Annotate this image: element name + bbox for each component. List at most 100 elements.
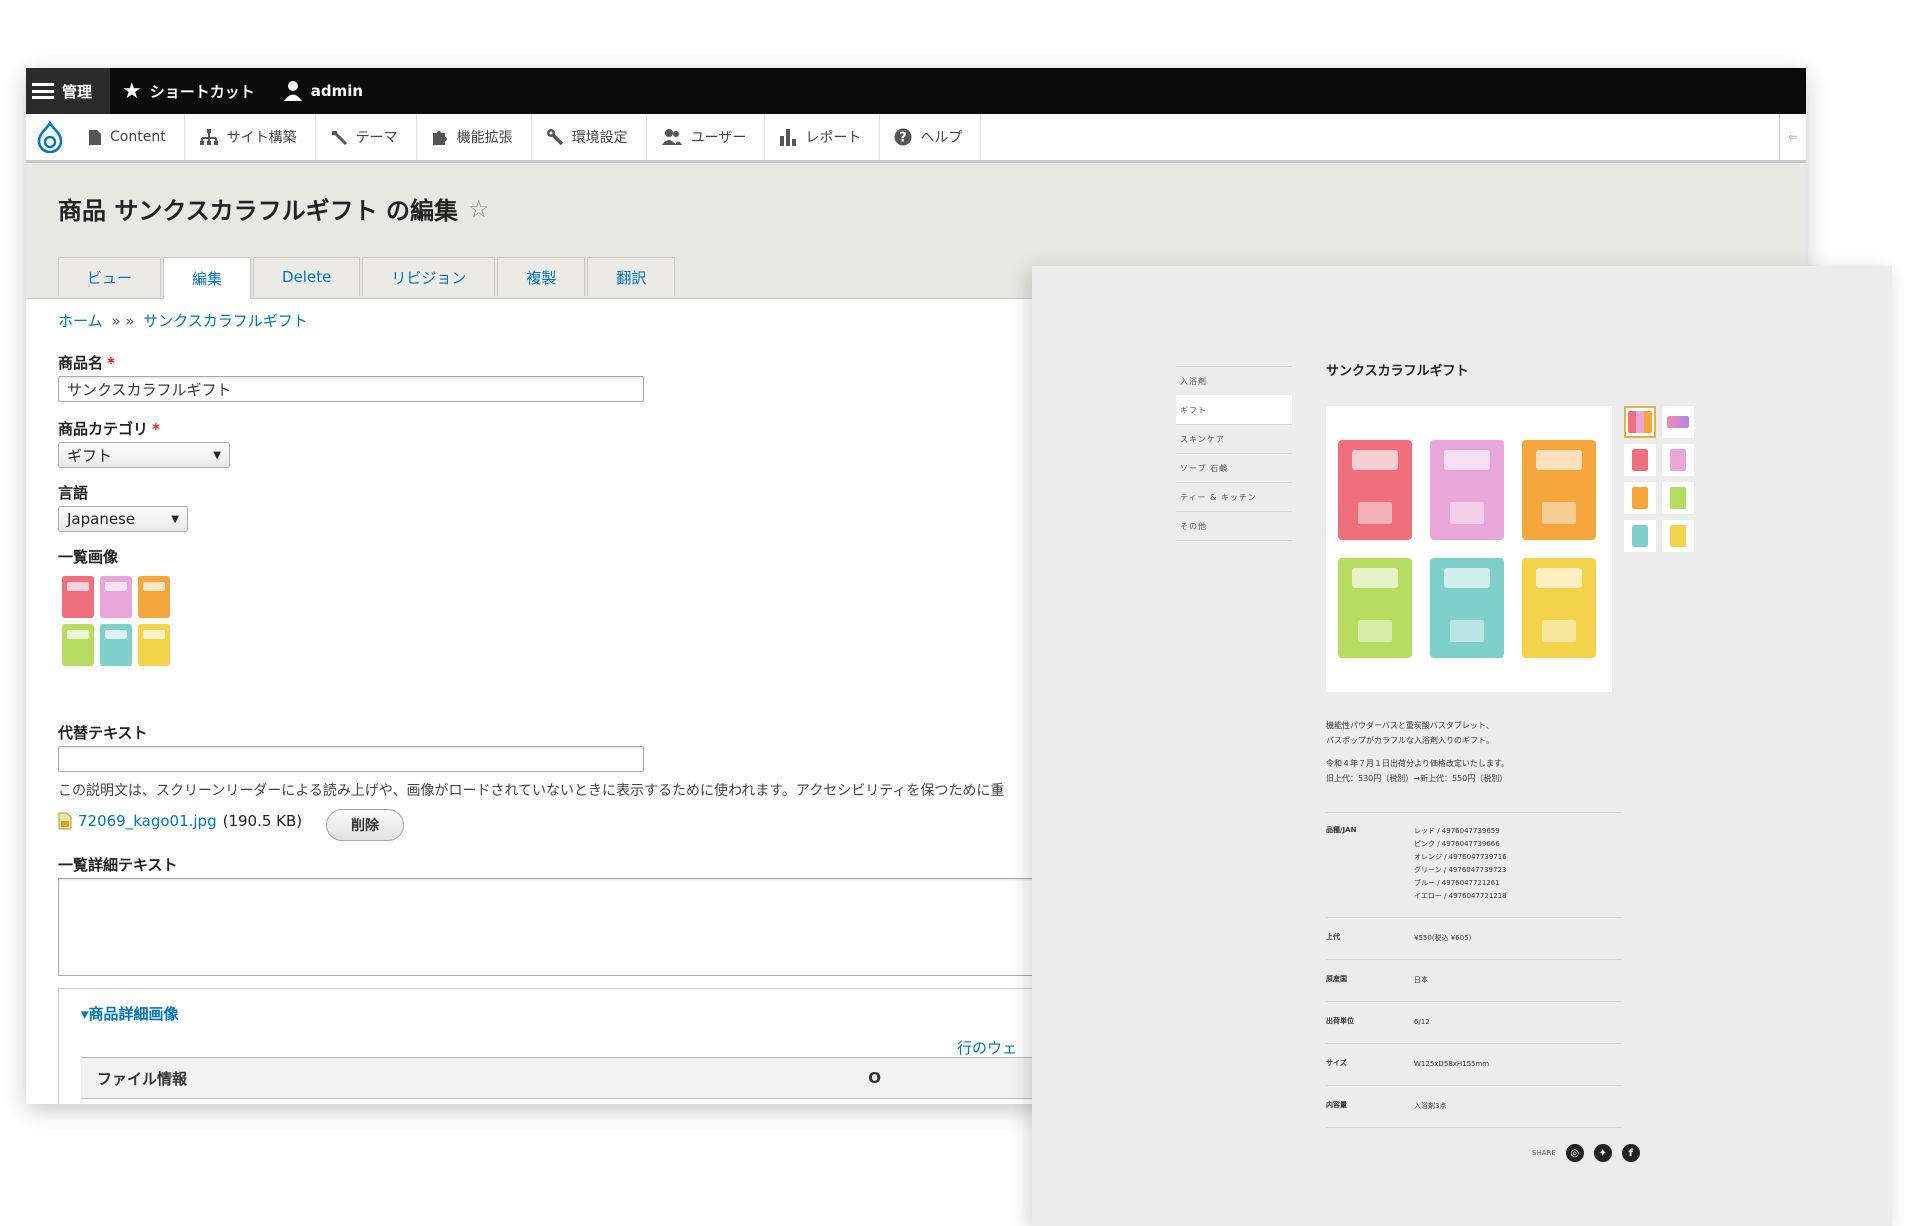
row-weights-link[interactable]: 行のウェ: [957, 1037, 1017, 1058]
tab-delete[interactable]: Delete: [253, 257, 361, 296]
spec-row-unit: 出荷単位 6/12: [1326, 1001, 1622, 1043]
spec-value: グリーン / 4976047739723: [1414, 866, 1507, 874]
category-nav: 入浴剤 ギフト スキンケア ソープ 石鹸 ティー & キッチン その他: [1176, 366, 1292, 541]
file-info-header: ファイル情報: [97, 1069, 188, 1088]
language-select[interactable]: Japanese ▼: [58, 506, 188, 532]
spec-value: W125xD58xH155mm: [1414, 1060, 1490, 1068]
svg-text:?: ?: [900, 131, 908, 146]
nav-item-other[interactable]: その他: [1176, 511, 1292, 541]
tray-structure[interactable]: サイト構築: [185, 114, 316, 160]
remove-file-button[interactable]: 削除: [326, 809, 404, 841]
toolbar-manage[interactable]: 管理: [26, 68, 111, 114]
thumbnail-all[interactable]: [1624, 406, 1656, 438]
tray-appearance[interactable]: テーマ: [316, 114, 417, 160]
product-main-image: [1326, 406, 1612, 692]
people-icon: [661, 129, 682, 145]
storefront-preview: 入浴剤 ギフト スキンケア ソープ 石鹸 ティー & キッチン その他 サンクス…: [1032, 266, 1892, 1226]
facebook-share-icon[interactable]: f: [1621, 1144, 1640, 1162]
description-line: 旧上代：530円（税別）→新上代：550円（税別）: [1326, 774, 1508, 783]
package-pink: [1430, 440, 1504, 540]
tray-help[interactable]: ? ヘルプ: [880, 114, 982, 160]
tray-extend[interactable]: 機能拡張: [417, 114, 532, 160]
language-label: 言語: [58, 484, 89, 502]
thumb-pink: [100, 576, 132, 618]
thumbnail-pink[interactable]: [1662, 444, 1694, 476]
tab-translate[interactable]: 翻訳: [587, 257, 676, 296]
nav-item-soap[interactable]: ソープ 石鹸: [1176, 453, 1292, 482]
spec-row-contents: 内容量 入浴剤3点: [1326, 1085, 1622, 1128]
shortcut-star-icon[interactable]: ☆: [468, 195, 490, 223]
admin-toolbar: 管理 ★ ショートカット admin: [26, 68, 1806, 114]
tab-view[interactable]: ビュー: [58, 257, 162, 296]
thumbnail-red[interactable]: [1624, 444, 1656, 476]
product-name-label: 商品名 *: [58, 352, 115, 373]
thumb-blue: [100, 624, 132, 666]
product-thumbnails: [1624, 406, 1696, 552]
paintbrush-icon: [331, 131, 347, 146]
toolbar-shortcuts[interactable]: ★ ショートカット: [110, 68, 271, 114]
help-icon: ?: [894, 128, 912, 146]
tray-orientation-toggle[interactable]: ⇐: [1779, 114, 1806, 160]
package-blue: [1430, 558, 1504, 658]
toolbar-user[interactable]: admin: [271, 68, 379, 114]
file-item: 72069_kago01.jpg (190.5 KB): [58, 812, 302, 830]
alt-text-input[interactable]: [58, 746, 644, 772]
drupal-logo-icon[interactable]: [26, 114, 74, 160]
breadcrumb: ホーム » » サンクスカラフルギフト: [58, 310, 308, 331]
nav-item-tea-kitchen[interactable]: ティー & キッチン: [1176, 482, 1292, 511]
tray-config[interactable]: 環境設定: [532, 114, 647, 160]
spec-value: イエロー / 4976047721218: [1414, 892, 1507, 900]
list-image-preview: [62, 576, 174, 666]
nav-item-skincare[interactable]: スキンケア: [1176, 424, 1292, 453]
category-label: 商品カテゴリ *: [58, 418, 160, 439]
list-detail-text-label: 一覧詳細テキスト: [58, 856, 178, 874]
product-name-input[interactable]: サンクスカラフルギフト: [58, 376, 644, 402]
thumbnail-blue[interactable]: [1624, 520, 1656, 552]
language-select-value: Japanese: [67, 510, 136, 528]
local-tasks: ビュー 編集 Delete リビジョン 複製 翻訳: [58, 257, 677, 299]
page-title: 商品 サンクスカラフルギフト の編集 ☆: [58, 191, 490, 226]
tab-revisions[interactable]: リビジョン: [362, 257, 496, 296]
thumbnail-logo[interactable]: [1662, 406, 1694, 438]
tray-extend-label: 機能拡張: [456, 130, 513, 146]
select-caret-icon: ▼: [213, 449, 221, 461]
user-icon: [283, 81, 302, 101]
file-name-link[interactable]: 72069_kago01.jpg: [78, 812, 217, 830]
breadcrumb-home[interactable]: ホーム: [58, 312, 103, 330]
thumbnail-green[interactable]: [1662, 482, 1694, 514]
tray-structure-label: サイト構築: [226, 130, 297, 146]
nav-item-gift[interactable]: ギフト: [1176, 395, 1292, 424]
bar-chart-icon: [780, 129, 797, 146]
description-line: バスポップがカラフルな入浴剤入りのギフト。: [1326, 736, 1494, 745]
spec-value: 入浴剤3点: [1414, 1102, 1447, 1110]
tab-edit[interactable]: 編集: [163, 257, 252, 299]
thumbnail-yellow[interactable]: [1662, 520, 1694, 552]
category-select-value: ギフト: [67, 446, 113, 465]
nav-item-bath[interactable]: 入浴剤: [1176, 366, 1292, 395]
tray-content[interactable]: Content: [74, 114, 185, 160]
select-caret-icon: ▼: [171, 513, 179, 525]
spec-key: 品種/JAN: [1326, 826, 1357, 834]
thumbnail-orange[interactable]: [1624, 482, 1656, 514]
spec-key: 上代: [1326, 933, 1340, 941]
tray-content-label: Content: [110, 129, 166, 145]
line-share-icon[interactable]: ◎: [1565, 1144, 1584, 1162]
spec-key: 出荷単位: [1326, 1017, 1354, 1025]
toolbar-manage-label: 管理: [62, 82, 93, 101]
menu-icon: [32, 83, 54, 99]
product-description: 機能性パウダーバスと重炭酸バスタブレット、 バスポップがカラフルな入浴剤入りのギ…: [1326, 718, 1686, 786]
tray-reports[interactable]: レポート: [765, 114, 881, 160]
tray-people[interactable]: ユーザー: [647, 114, 766, 160]
breadcrumb-current[interactable]: サンクスカラフルギフト: [143, 312, 308, 330]
operations-header: O: [868, 1069, 881, 1087]
tab-duplicate[interactable]: 複製: [497, 257, 586, 296]
toolbar-shortcuts-label: ショートカット: [149, 82, 255, 101]
category-select[interactable]: ギフト ▼: [58, 442, 230, 468]
spec-value: ピンク / 4976047739666: [1414, 840, 1500, 848]
spec-row-origin: 原産国 日本: [1326, 959, 1622, 1001]
detail-images-toggle[interactable]: ▾商品詳細画像: [81, 1003, 179, 1024]
spec-key: 原産国: [1326, 975, 1347, 983]
twitter-share-icon[interactable]: ✦: [1593, 1144, 1612, 1162]
required-mark: *: [107, 354, 115, 372]
spec-value: レッド / 4976047739659: [1414, 827, 1500, 835]
